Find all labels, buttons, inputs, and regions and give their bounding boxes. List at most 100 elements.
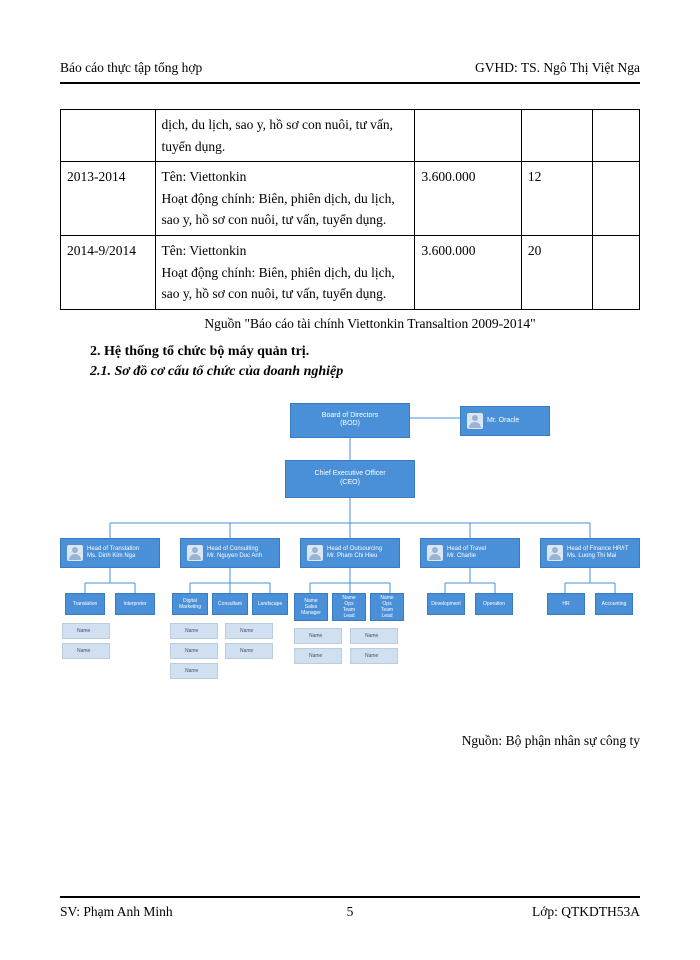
org-box-head: Head of Travel Mr. Charlie: [420, 538, 520, 568]
avatar-icon: [173, 646, 183, 656]
footer-right: Lớp: QTKDTH53A: [532, 904, 640, 920]
org-label: Head of Translation Ms. Dinh Kim Nga: [87, 546, 153, 560]
person-name: Name: [77, 648, 90, 654]
org-chart-source: Nguồn: Bộ phận nhân sự công ty: [60, 733, 640, 749]
person-name: Name: [240, 648, 253, 654]
person-name: Name: [77, 628, 90, 634]
org-box-ceo: Chief Executive Officer (CEO): [285, 460, 415, 498]
org-label: Mr. Oracle: [487, 417, 543, 425]
page-number: 5: [347, 904, 354, 920]
person-name: Name: [240, 628, 253, 634]
person-card: Name: [62, 623, 110, 639]
cell: [592, 235, 639, 309]
org-box-head: Head of Consulting Mr. Nguyen Duc Anh: [180, 538, 280, 568]
avatar-icon: [427, 545, 443, 561]
avatar-icon: [547, 545, 563, 561]
person-name: Name: [309, 633, 322, 639]
org-box-sub: Operation: [475, 593, 513, 615]
heading-level-3: 2.1. Sơ đồ cơ cấu tổ chức của doanh nghi…: [90, 364, 640, 380]
avatar-icon: [65, 646, 75, 656]
person-name: Name: [365, 653, 378, 659]
avatar-icon: [67, 545, 83, 561]
person-card: Name: [170, 643, 218, 659]
org-label: Head of Outsourcing Mr. Pham Chi Hieu: [327, 546, 393, 560]
org-box-sub: Name Sales Manager: [294, 593, 328, 621]
org-chart: Board of Directors (BOD) Mr. Oracle Chie…: [60, 398, 640, 718]
org-box-head: Head of Translation Ms. Dinh Kim Nga: [60, 538, 160, 568]
avatar-icon: [467, 413, 483, 429]
org-box-sub: HR: [547, 593, 585, 615]
cell: Tên: Viettonkin Hoạt động chính: Biên, p…: [155, 235, 415, 309]
org-box-bod: Board of Directors (BOD): [290, 403, 410, 438]
cell: [521, 110, 592, 162]
page-header: Báo cáo thực tập tổng hợp GVHD: TS. Ngô …: [60, 60, 640, 84]
avatar-icon: [353, 651, 363, 661]
cell: Tên: Viettonkin Hoạt động chính: Biên, p…: [155, 162, 415, 236]
org-label: Head of Finance HR/IT Ms. Luong Thi Mai: [567, 546, 633, 560]
person-card: Name: [170, 623, 218, 639]
person-name: Name: [185, 628, 198, 634]
avatar-icon: [353, 631, 363, 641]
org-box-sub: Development: [427, 593, 465, 615]
table-row: dịch, du lịch, sao y, hồ sơ con nuôi, tư…: [61, 110, 640, 162]
org-box-head: Head of Outsourcing Mr. Pham Chi Hieu: [300, 538, 400, 568]
avatar-icon: [187, 545, 203, 561]
cell: 3.600.000: [415, 235, 521, 309]
org-box-sub: Accounting: [595, 593, 633, 615]
person-card: Name: [294, 648, 342, 664]
org-box-head: Head of Finance HR/IT Ms. Luong Thi Mai: [540, 538, 640, 568]
table-row: 2014-9/2014 Tên: Viettonkin Hoạt động ch…: [61, 235, 640, 309]
person-name: Name: [309, 653, 322, 659]
org-box-sub: Consultant: [212, 593, 248, 615]
cell: [61, 110, 156, 162]
org-box-sub: Name Ops Team Lead: [332, 593, 366, 621]
org-box-sub: Name Ops Team Lead: [370, 593, 404, 621]
heading-level-2: 2. Hệ thống tổ chức bộ máy quản trị.: [90, 344, 640, 360]
person-group: Name Name: [294, 628, 342, 664]
person-card: Name: [350, 628, 398, 644]
cell: [592, 110, 639, 162]
avatar-icon: [173, 666, 183, 676]
person-group: Name Name: [350, 628, 398, 664]
header-left: Báo cáo thực tập tổng hợp: [60, 60, 202, 76]
table-row: 2013-2014 Tên: Viettonkin Hoạt động chín…: [61, 162, 640, 236]
org-box-oracle: Mr. Oracle: [460, 406, 550, 436]
cell: [592, 162, 639, 236]
person-group: Name Name: [225, 623, 273, 659]
avatar-icon: [228, 626, 238, 636]
org-box-sub: Landscape: [252, 593, 288, 615]
person-card: Name: [225, 643, 273, 659]
table-source: Nguồn "Báo cáo tài chính Viettonkin Tran…: [60, 316, 640, 332]
avatar-icon: [228, 646, 238, 656]
avatar-icon: [65, 626, 75, 636]
cell: [415, 110, 521, 162]
person-name: Name: [365, 633, 378, 639]
cell: 20: [521, 235, 592, 309]
person-group: Name Name: [62, 623, 110, 659]
person-group: Name Name Name: [170, 623, 218, 679]
person-card: Name: [350, 648, 398, 664]
cell: 2014-9/2014: [61, 235, 156, 309]
org-box-sub: Digital Marketing: [172, 593, 208, 615]
cell: 3.600.000: [415, 162, 521, 236]
org-box-sub: Translation: [65, 593, 105, 615]
cell: 12: [521, 162, 592, 236]
org-label: Head of Travel Mr. Charlie: [447, 546, 513, 560]
header-right: GVHD: TS. Ngô Thị Việt Nga: [475, 60, 640, 76]
avatar-icon: [297, 631, 307, 641]
cell: dịch, du lịch, sao y, hồ sơ con nuôi, tư…: [155, 110, 415, 162]
org-box-sub: Interpreter: [115, 593, 155, 615]
summary-table: dịch, du lịch, sao y, hồ sơ con nuôi, tư…: [60, 109, 640, 310]
person-card: Name: [225, 623, 273, 639]
person-card: Name: [294, 628, 342, 644]
person-name: Name: [185, 648, 198, 654]
org-label: Head of Consulting Mr. Nguyen Duc Anh: [207, 546, 273, 560]
page-footer: SV: Phạm Anh Minh 5 Lớp: QTKDTH53A: [60, 896, 640, 920]
person-name: Name: [185, 668, 198, 674]
cell: 2013-2014: [61, 162, 156, 236]
avatar-icon: [173, 626, 183, 636]
footer-left: SV: Phạm Anh Minh: [60, 904, 173, 920]
person-card: Name: [62, 643, 110, 659]
avatar-icon: [307, 545, 323, 561]
avatar-icon: [297, 651, 307, 661]
